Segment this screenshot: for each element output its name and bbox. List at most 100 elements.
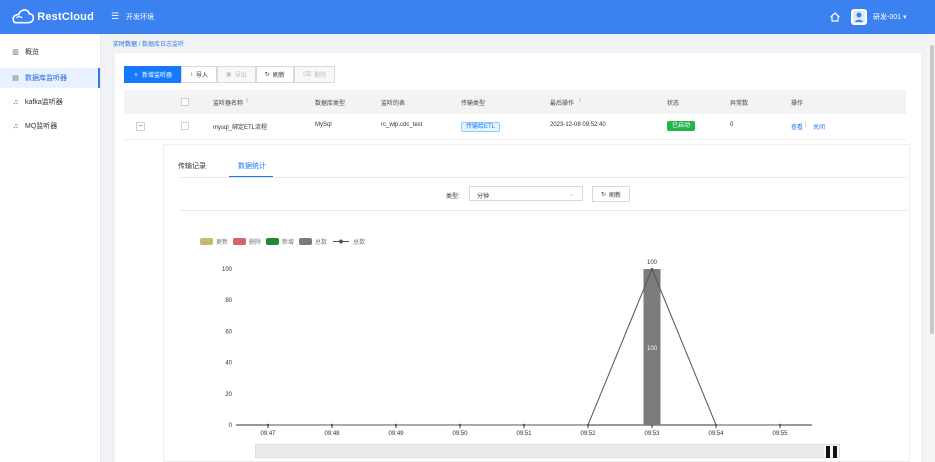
database-type: MySql <box>315 122 332 128</box>
status-badge: 已启动 <box>667 121 696 131</box>
y-tick-label: 80 <box>225 298 232 304</box>
legend-line-icon <box>333 239 350 243</box>
delete-label: 删除 <box>314 73 327 79</box>
sort-icon[interactable]: ⇕ <box>245 98 249 104</box>
menu-toggle-icon[interactable]: ☰ <box>111 12 121 21</box>
y-tick-label: 40 <box>225 361 232 367</box>
x-tick-label: 09:54 <box>708 431 724 437</box>
sidebar-item-kafka-listeners[interactable]: ♫ kafka监听器 <box>0 92 100 112</box>
legend-update[interactable]: 更新 <box>200 237 228 246</box>
transfer-type-tag: 传输给ETL <box>461 121 501 132</box>
header-listener-name[interactable]: 监听器名称 <box>213 98 243 107</box>
tab-transfer-records[interactable]: 传输记录 <box>178 161 206 171</box>
home-icon[interactable] <box>829 11 841 23</box>
add-listener-button[interactable]: ＋新增监听器 <box>124 66 182 83</box>
total-line <box>268 267 780 426</box>
legend-label: 总数 <box>353 239 366 246</box>
x-tick-label: 09:53 <box>644 431 660 437</box>
view-link[interactable]: 查看 <box>791 122 803 131</box>
x-tick-label: 09:48 <box>324 431 340 437</box>
legend-insert[interactable]: 新增 <box>266 237 294 246</box>
slider-left-handle[interactable] <box>826 446 830 458</box>
total-line-point <box>330 423 334 427</box>
y-tick-label: 100 <box>222 267 233 273</box>
toolbar: ＋新增监听器 ↑ 导入 ▣ 导出 ↻ 刷新 ⌫ 删除 <box>124 66 336 83</box>
refresh-button[interactable]: ↻ 刷新 <box>255 66 294 83</box>
refresh-icon: ↻ <box>264 72 270 78</box>
legend-total-line[interactable]: 总数 <box>332 237 365 246</box>
trash-icon: ⌫ <box>302 72 312 78</box>
bar-chart-icon: ▥ <box>12 49 19 56</box>
sort-icon[interactable]: ⇕ <box>578 98 582 104</box>
chart-refresh-button[interactable]: ↻ 刷新 <box>592 186 630 202</box>
export-button[interactable]: ▣ 导出 <box>217 66 256 83</box>
headphone-icon: ♫ <box>12 98 19 106</box>
statistics-panel: 传输记录 数据统计 类型: 分钟 ⌄ ↻ 刷新 更新 删除 新增 总数 总数 0… <box>163 144 910 462</box>
table-row[interactable]: − mysql_绑定ETL流程 MySql rc_wlp.cdc_test 传输… <box>124 114 906 140</box>
page-scroll-thumb[interactable] <box>930 45 934 334</box>
headphone-icon: ♫ <box>12 122 19 130</box>
user-menu[interactable]: 研发-001 ▾ <box>873 12 906 22</box>
header-last-operation[interactable]: 最后操作 <box>550 98 574 107</box>
header-status: 状态 <box>667 101 680 107</box>
tab-divider <box>179 177 907 178</box>
header-transfer-type: 传输类型 <box>461 101 486 107</box>
header-errors: 异常数 <box>730 101 749 107</box>
main-content: 实时数据 / 数据库日志监听 ＋新增监听器 ↑ 导入 ▣ 导出 ↻ 刷新 ⌫ 删除 监听… <box>101 34 928 462</box>
sidebar-item-label: 概览 <box>25 49 39 56</box>
legend-total-bar[interactable]: 总数 <box>299 237 327 246</box>
line-data-label: 100 <box>647 260 658 266</box>
total-line-point <box>778 423 782 427</box>
sidebar-item-mq-listeners[interactable]: ♫ MQ监听器 <box>0 116 100 136</box>
avatar[interactable] <box>851 9 867 25</box>
bar-data-label: 100 <box>647 346 658 352</box>
row-checkbox[interactable] <box>181 122 189 130</box>
type-select[interactable]: 分钟 ⌄ <box>469 186 583 201</box>
type-label: 类型: <box>446 194 460 200</box>
total-line-point <box>522 423 526 427</box>
tab-data-statistics[interactable]: 数据统计 <box>238 161 266 171</box>
legend-label: 更新 <box>216 239 229 246</box>
total-line-point <box>394 423 398 427</box>
export-label: 导出 <box>234 73 247 79</box>
environment-label: 开发环境 <box>126 14 154 21</box>
add-listener-label: 新增监听器 <box>142 73 173 79</box>
slider-track <box>256 445 824 457</box>
cloud-icon <box>12 9 35 24</box>
sidebar-item-database-listeners[interactable]: ▤ 数据库监听器 <box>0 68 100 88</box>
header-actions: 操作 <box>791 101 804 107</box>
legend-swatch <box>200 237 213 245</box>
status-cell: 已启动 <box>667 120 696 131</box>
total-line-point <box>650 267 654 271</box>
x-tick-label: 09:49 <box>388 431 404 437</box>
sidebar: ▥ 概览 ▤ 数据库监听器 ♫ kafka监听器 ♫ MQ监听器 <box>0 34 101 462</box>
x-tick-label: 09:50 <box>452 431 468 437</box>
restcloud-logo[interactable]: RestCloud <box>10 6 94 28</box>
error-count: 0 <box>730 122 734 128</box>
brand-name: RestCloud <box>37 11 94 23</box>
y-tick-label: 20 <box>225 392 232 398</box>
upload-icon: ↑ <box>190 71 194 78</box>
close-link[interactable]: 关闭 <box>813 122 825 131</box>
last-operation: 2023-12-08 09:52:40 <box>550 122 606 128</box>
document-icon: ▤ <box>12 75 19 82</box>
x-tick-label: 09:47 <box>260 431 276 437</box>
breadcrumb-root[interactable]: 实时数据 <box>113 42 137 48</box>
sidebar-item-overview[interactable]: ▥ 概览 <box>0 42 100 62</box>
legend-delete[interactable]: 删除 <box>233 237 261 246</box>
total-line-point <box>714 423 718 427</box>
import-button[interactable]: ↑ 导入 <box>181 66 218 83</box>
x-tick-label: 09:52 <box>580 431 596 437</box>
delete-button[interactable]: ⌫ 删除 <box>293 66 336 83</box>
chart-range-slider[interactable] <box>255 444 840 458</box>
listener-card: ＋新增监听器 ↑ 导入 ▣ 导出 ↻ 刷新 ⌫ 删除 监听器名称 ⇕ 数据库类型 监听的表… <box>115 53 921 462</box>
select-all-checkbox[interactable] <box>181 98 189 106</box>
plus-icon: ＋ <box>133 73 140 79</box>
legend-swatch <box>299 237 313 245</box>
slider-right-handle[interactable] <box>833 446 837 458</box>
chevron-down-icon: ⌄ <box>568 192 574 198</box>
total-line-point <box>458 423 462 427</box>
y-tick-label: 60 <box>225 329 232 335</box>
sidebar-item-label: 数据库监听器 <box>25 75 67 82</box>
collapse-row-icon[interactable]: − <box>136 122 145 131</box>
